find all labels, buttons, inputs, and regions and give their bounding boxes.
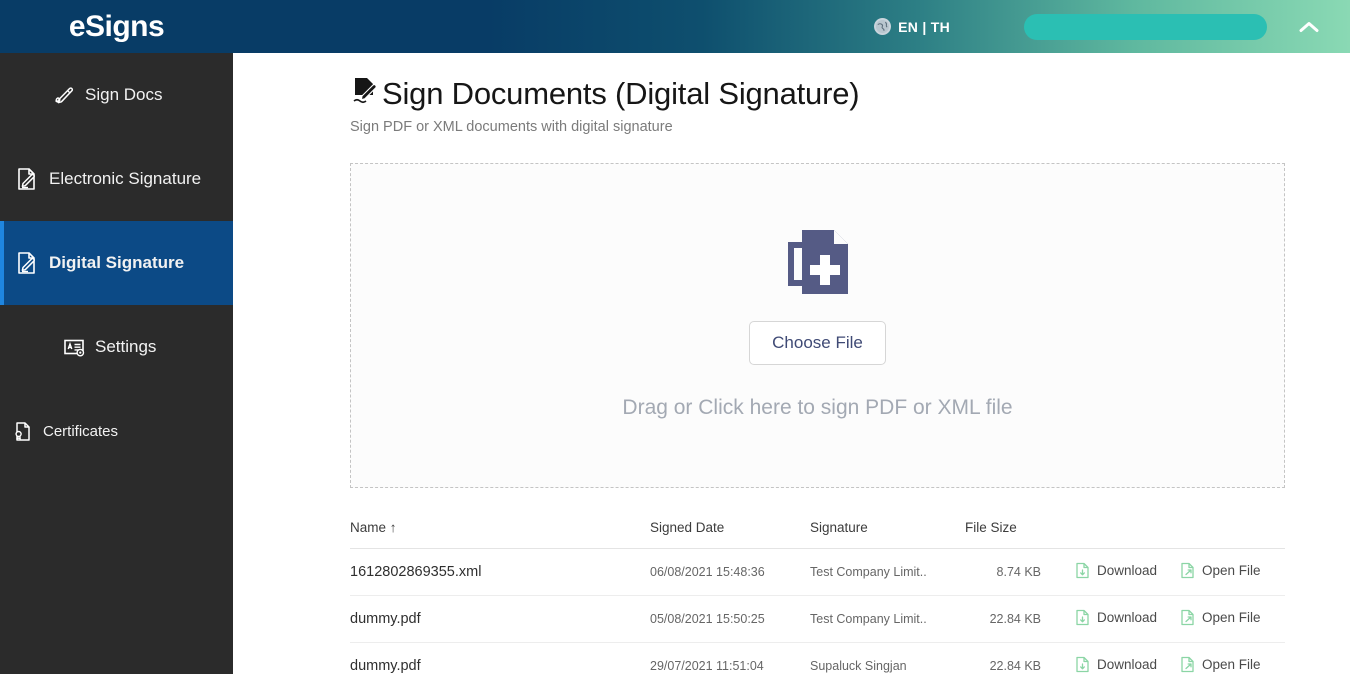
open-file-label: Open File (1202, 610, 1261, 625)
column-header-open-action (1180, 520, 1285, 549)
download-link[interactable]: Download (1075, 609, 1157, 626)
sort-ascending-icon[interactable]: ↑ (390, 520, 397, 535)
file-dropzone[interactable]: Choose File Drag or Click here to sign P… (350, 163, 1285, 488)
cell-file-size: 22.84 KB (965, 595, 1075, 643)
page-title-text: Sign Documents (Digital Signature) (382, 76, 860, 111)
sidebar-item-settings[interactable]: Settings (0, 305, 233, 389)
language-label: EN | TH (898, 18, 950, 35)
cell-download-action: Download (1075, 595, 1180, 643)
chevron-up-icon (1299, 21, 1319, 32)
sidebar-item-sign-docs[interactable]: Sign Docs (0, 53, 233, 137)
certificate-doc-icon (10, 419, 34, 443)
cell-download-action: Download (1075, 548, 1180, 596)
language-switcher[interactable]: EN | TH (874, 18, 950, 35)
document-pen-icon (14, 250, 40, 276)
choose-file-button[interactable]: Choose File (749, 321, 886, 365)
cell-signature: Test Company Limit.. (810, 595, 965, 643)
header-right-controls: EN | TH (233, 0, 1350, 53)
table-row[interactable]: dummy.pdf 29/07/2021 11:51:04 Supaluck S… (350, 642, 1285, 674)
download-file-icon (1075, 562, 1090, 579)
table-header-row: Name ↑ Signed Date Signature File Size (350, 520, 1285, 549)
collapse-toggle-button[interactable] (1292, 10, 1326, 44)
add-document-icon (780, 224, 856, 307)
sidebar-item-electronic-signature[interactable]: Electronic Signature (0, 137, 233, 221)
page-title: Sign Documents (Digital Signature) (350, 75, 1350, 113)
open-file-link[interactable]: Open File (1180, 656, 1261, 673)
column-label: Name (350, 520, 387, 535)
sidebar-item-label: Certificates (43, 422, 119, 440)
cell-file-name: dummy.pdf (350, 642, 650, 674)
cell-open-action: Open File (1180, 548, 1285, 596)
cell-signed-date: 05/08/2021 15:50:25 (650, 595, 810, 643)
cell-file-size: 8.74 KB (965, 548, 1075, 596)
column-header-file-size[interactable]: File Size (965, 520, 1075, 549)
sidebar-item-label: Sign Docs (85, 85, 163, 104)
download-label: Download (1097, 657, 1158, 672)
column-header-name[interactable]: Name ↑ (350, 520, 650, 549)
id-card-gear-icon (62, 335, 86, 359)
cell-open-action: Open File (1180, 595, 1285, 643)
cell-signature: Test Company Limit.. (810, 548, 965, 596)
open-file-link[interactable]: Open File (1180, 562, 1261, 579)
cell-download-action: Download (1075, 642, 1180, 674)
cell-open-action: Open File (1180, 642, 1285, 674)
download-label: Download (1097, 563, 1158, 578)
download-link[interactable]: Download (1075, 656, 1157, 673)
table-row[interactable]: dummy.pdf 05/08/2021 15:50:25 Test Compa… (350, 595, 1285, 643)
page-subtitle: Sign PDF or XML documents with digital s… (350, 119, 673, 135)
document-pen-icon (14, 166, 40, 192)
sidebar-item-label: Settings (95, 337, 157, 356)
open-file-icon (1180, 656, 1195, 673)
main-content: Sign Documents (Digital Signature) Sign … (233, 53, 1350, 674)
sidebar-item-certificates[interactable]: Certificates (0, 389, 233, 473)
top-header-bar: eSigns EN | TH (0, 0, 1350, 53)
sidebar-item-label: Digital Signature (49, 253, 185, 272)
sidebar-nav: Sign Docs Electronic Signature Digital S… (0, 53, 233, 674)
app-root: eSigns EN | TH Sign Docs Electronic Sign… (0, 0, 1350, 674)
open-file-label: Open File (1202, 657, 1261, 672)
table-body: 1612802869355.xml 06/08/2021 15:48:36 Te… (350, 548, 1285, 674)
sign-document-icon (350, 75, 380, 113)
download-link[interactable]: Download (1075, 562, 1157, 579)
open-file-link[interactable]: Open File (1180, 609, 1261, 626)
cell-file-name: 1612802869355.xml (350, 548, 650, 596)
column-header-signed-date[interactable]: Signed Date (650, 520, 810, 549)
page-header: Sign Documents (Digital Signature) Sign … (233, 53, 1350, 135)
open-file-icon (1180, 562, 1195, 579)
table-row[interactable]: 1612802869355.xml 06/08/2021 15:48:36 Te… (350, 548, 1285, 596)
sidebar-item-digital-signature[interactable]: Digital Signature (0, 221, 233, 305)
cell-file-name: dummy.pdf (350, 595, 650, 643)
column-header-download-action (1075, 520, 1180, 549)
cell-signed-date: 29/07/2021 11:51:04 (650, 642, 810, 674)
download-file-icon (1075, 656, 1090, 673)
cell-signed-date: 06/08/2021 15:48:36 (650, 548, 810, 596)
app-logo[interactable]: eSigns (0, 0, 233, 53)
header-search-pill[interactable] (1024, 13, 1267, 40)
download-label: Download (1097, 610, 1158, 625)
download-file-icon (1075, 609, 1090, 626)
cell-signature: Supaluck Singjan (810, 642, 965, 674)
signature-pen-icon (52, 83, 76, 107)
open-file-icon (1180, 609, 1195, 626)
open-file-label: Open File (1202, 563, 1261, 578)
signed-documents-table: Name ↑ Signed Date Signature File Size 1… (350, 520, 1285, 674)
globe-icon (874, 18, 892, 35)
dropzone-hint-text: Drag or Click here to sign PDF or XML fi… (622, 396, 1013, 419)
column-header-signature[interactable]: Signature (810, 520, 965, 549)
sidebar-item-label: Electronic Signature (49, 169, 202, 188)
cell-file-size: 22.84 KB (965, 642, 1075, 674)
